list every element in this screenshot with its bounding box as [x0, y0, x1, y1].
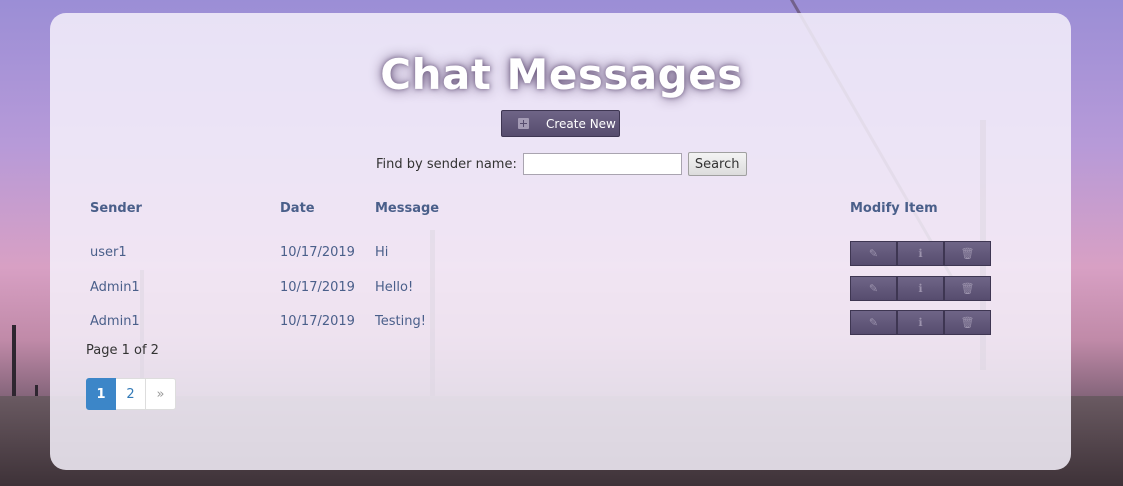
create-new-button[interactable]: Create New — [501, 110, 620, 137]
column-header-message[interactable]: Message — [375, 201, 439, 216]
column-header-sender[interactable]: Sender — [90, 201, 142, 216]
sender-cell: Admin1 — [90, 280, 140, 295]
pencil-icon: ✎ — [868, 316, 879, 329]
date-cell: 10/17/2019 — [280, 245, 355, 260]
edit-button[interactable]: ✎ — [850, 310, 897, 335]
details-button[interactable]: ℹ — [897, 310, 944, 335]
search-form: Find by sender name: Search — [376, 152, 747, 176]
column-header-modify: Modify Item — [850, 201, 938, 216]
pencil-icon: ✎ — [868, 247, 879, 260]
trash-icon: 🗑 — [960, 316, 975, 329]
info-icon: ℹ — [918, 316, 923, 329]
info-icon: ℹ — [918, 247, 923, 260]
message-cell: Testing! — [375, 314, 426, 329]
edit-button[interactable]: ✎ — [850, 276, 897, 301]
column-header-date[interactable]: Date — [280, 201, 315, 216]
info-icon: ℹ — [918, 282, 923, 295]
page-link-2[interactable]: 2 — [116, 378, 146, 410]
next-page-link[interactable]: » — [146, 378, 176, 410]
details-button[interactable]: ℹ — [897, 241, 944, 266]
row-actions: ✎ ℹ 🗑 — [850, 310, 991, 335]
page-link-1[interactable]: 1 — [86, 378, 116, 410]
message-cell: Hi — [375, 245, 389, 260]
details-button[interactable]: ℹ — [897, 276, 944, 301]
date-cell: 10/17/2019 — [280, 280, 355, 295]
plus-square-icon — [518, 118, 529, 129]
search-button[interactable]: Search — [687, 152, 747, 176]
pencil-icon: ✎ — [868, 282, 879, 295]
delete-button[interactable]: 🗑 — [944, 241, 991, 266]
row-actions: ✎ ℹ 🗑 — [850, 241, 991, 266]
delete-button[interactable]: 🗑 — [944, 276, 991, 301]
edit-button[interactable]: ✎ — [850, 241, 897, 266]
trash-icon: 🗑 — [960, 282, 975, 295]
sender-cell: user1 — [90, 245, 127, 260]
sender-cell: Admin1 — [90, 314, 140, 329]
create-new-label: Create New — [546, 116, 616, 131]
delete-button[interactable]: 🗑 — [944, 310, 991, 335]
row-actions: ✎ ℹ 🗑 — [850, 276, 991, 301]
date-cell: 10/17/2019 — [280, 314, 355, 329]
pagination: 1 2 » — [86, 378, 176, 410]
trash-icon: 🗑 — [960, 247, 975, 260]
search-input[interactable] — [522, 153, 682, 175]
search-label: Find by sender name: — [376, 156, 517, 172]
page-title: Chat Messages — [380, 50, 743, 99]
message-cell: Hello! — [375, 280, 414, 295]
page-summary: Page 1 of 2 — [86, 343, 159, 358]
